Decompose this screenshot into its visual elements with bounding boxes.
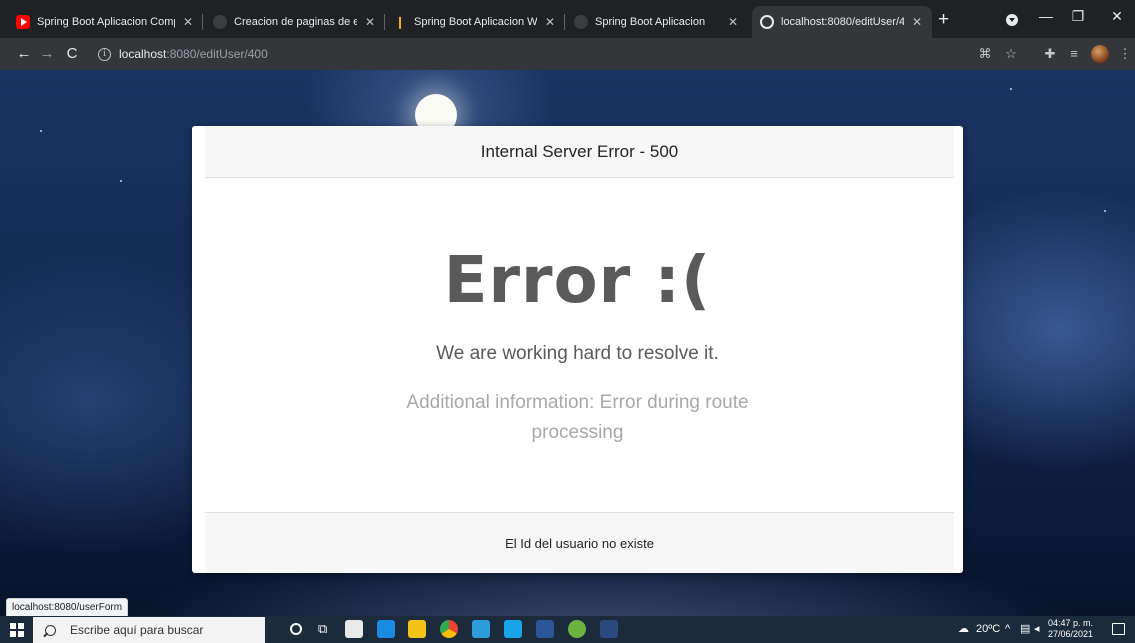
close-icon[interactable]: ✕ xyxy=(363,15,377,29)
error-footer-text: El Id del usuario no existe xyxy=(505,535,654,551)
error-header-title: Internal Server Error - 500 xyxy=(480,141,679,161)
github-icon xyxy=(574,15,588,29)
browser-tab-2[interactable]: Creacion de paginas de error ✕ xyxy=(205,6,385,38)
url-path: :8080/editUser/400 xyxy=(166,47,268,61)
extensions-icon[interactable]: ✚ xyxy=(1042,46,1058,62)
browser-tab-strip: Spring Boot Aplicacion Comp ✕ Creacion d… xyxy=(0,0,1135,38)
translate-icon[interactable]: ⌘ xyxy=(977,46,993,62)
error-card: Internal Server Error - 500 Error :( We … xyxy=(192,126,963,573)
chevron-up-icon[interactable]: ^ xyxy=(1005,616,1010,643)
search-icon xyxy=(45,624,56,636)
taskbar-search-box[interactable]: Escribe aquí para buscar xyxy=(33,617,265,643)
close-icon[interactable]: ✕ xyxy=(910,15,924,29)
card-footer: El Id del usuario no existe xyxy=(205,512,954,573)
bolt-icon: ❙ xyxy=(394,15,406,29)
new-tab-button[interactable]: + xyxy=(938,9,949,31)
tab-title: Creacion de paginas de error xyxy=(234,16,357,28)
menu-icon[interactable]: ⋮ xyxy=(1117,46,1133,62)
tab-title: Spring Boot Aplicacion xyxy=(595,16,706,28)
minimize-icon[interactable]: — xyxy=(1031,8,1061,24)
page-viewport: Internal Server Error - 500 Error :( We … xyxy=(0,70,1135,616)
back-button[interactable]: ← xyxy=(14,44,34,64)
info-icon[interactable]: i xyxy=(98,47,111,61)
github-icon xyxy=(213,15,227,29)
tab-title: Spring Boot Aplicacion Comp xyxy=(37,16,175,28)
bookmark-star-icon[interactable]: ☆ xyxy=(1003,46,1019,62)
browser-tab-1[interactable]: Spring Boot Aplicacion Comp ✕ xyxy=(8,6,203,38)
cortana-icon[interactable] xyxy=(290,623,302,635)
error-additional-info: Additional information: Error during rou… xyxy=(406,392,749,443)
database-tool-icon[interactable] xyxy=(600,620,618,638)
linkedin-learning-icon[interactable] xyxy=(504,620,522,638)
profile-avatar[interactable] xyxy=(1091,45,1109,63)
clock-date: 27/06/2021 xyxy=(1048,629,1094,639)
sticky-notes-icon[interactable] xyxy=(408,620,426,638)
browser-tab-3[interactable]: ❙ Spring Boot Aplicacion Web ✕ xyxy=(385,6,565,38)
volume-icon[interactable]: ◂ xyxy=(1034,616,1040,643)
tab-separator xyxy=(564,14,565,30)
card-header: Internal Server Error - 500 xyxy=(205,126,954,178)
error-message: We are working hard to resolve it. xyxy=(436,343,719,364)
globe-icon xyxy=(760,15,774,29)
word-icon[interactable] xyxy=(536,620,554,638)
temperature-label[interactable]: 20ºC xyxy=(976,616,1000,643)
browser-tab-active[interactable]: localhost:8080/editUser/400 ✕ xyxy=(752,6,932,38)
windows-start-icon[interactable] xyxy=(10,623,24,637)
restore-icon[interactable]: ❐ xyxy=(1063,8,1093,25)
clock-time: 04:47 p. m. xyxy=(1048,618,1094,628)
tab-title: localhost:8080/editUser/400 xyxy=(781,16,904,28)
error-title: Error :( xyxy=(443,244,712,318)
link-status-bubble: localhost:8080/userForm xyxy=(6,598,129,616)
close-window-icon[interactable]: ✕ xyxy=(1102,8,1132,25)
notifications-icon[interactable] xyxy=(1112,623,1125,635)
weather-icon[interactable]: ☁ xyxy=(958,616,969,643)
close-icon[interactable]: ✕ xyxy=(726,15,740,29)
windows-taskbar: Escribe aquí para buscar ⧉ ☁ 20ºC ^ ▤ ◂ … xyxy=(0,616,1135,643)
forward-button[interactable]: → xyxy=(37,44,57,64)
url-host: localhost xyxy=(119,47,167,61)
browser-toolbar: ← → C i localhost:8080/editUser/400 ⌘ ☆ … xyxy=(0,38,1135,70)
network-icon[interactable]: ▤ xyxy=(1020,616,1030,643)
tab-separator xyxy=(202,14,203,30)
background-star xyxy=(40,130,42,132)
task-view-icon[interactable]: ⧉ xyxy=(318,621,327,637)
background-star xyxy=(120,180,122,182)
url-text[interactable]: localhost:8080/editUser/400 xyxy=(119,47,268,61)
spring-tools-icon[interactable] xyxy=(568,620,586,638)
search-placeholder: Escribe aquí para buscar xyxy=(70,623,204,637)
browser-tab-4[interactable]: Spring Boot Aplicacion ✕ xyxy=(566,6,748,38)
store-icon[interactable] xyxy=(345,620,363,638)
background-star xyxy=(1104,210,1106,212)
youtube-icon xyxy=(16,15,30,29)
tab-title: Spring Boot Aplicacion Web xyxy=(414,16,537,28)
tab-search-icon[interactable] xyxy=(1006,14,1018,26)
taskbar-clock[interactable]: 04:47 p. m. 27/06/2021 xyxy=(1048,618,1093,640)
close-icon[interactable]: ✕ xyxy=(181,15,195,29)
close-icon[interactable]: ✕ xyxy=(543,15,557,29)
mail-icon[interactable] xyxy=(377,620,395,638)
chrome-icon[interactable] xyxy=(440,620,458,638)
file-explorer-icon[interactable] xyxy=(472,620,490,638)
reload-button[interactable]: C xyxy=(62,44,82,64)
address-bar[interactable]: i localhost:8080/editUser/400 xyxy=(92,42,964,66)
reading-list-icon[interactable]: ≡ xyxy=(1066,46,1082,62)
background-star xyxy=(1010,88,1012,90)
